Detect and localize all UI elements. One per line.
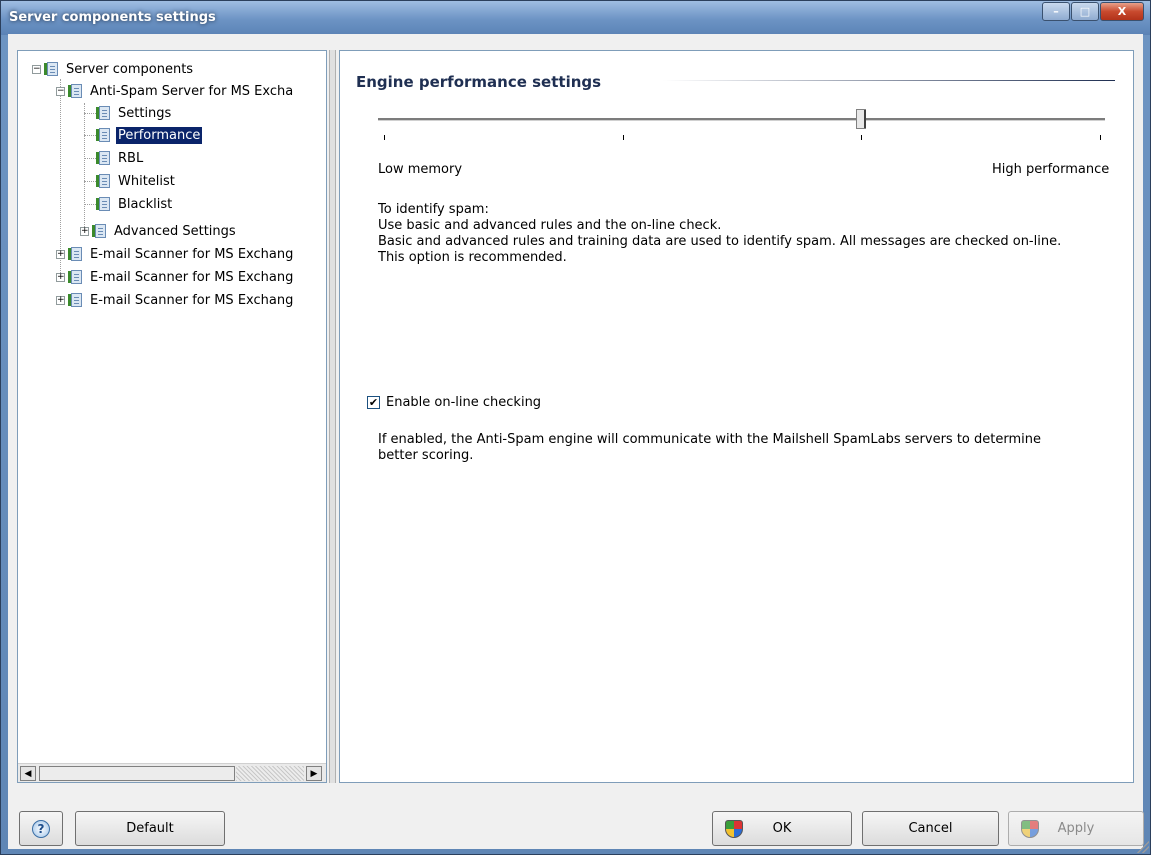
slider-tick <box>623 135 624 140</box>
component-icon <box>68 83 84 99</box>
tree-node-email-scanner-1[interactable]: + E-mail Scanner for MS Exchang <box>56 243 295 265</box>
slider-max-label: High performance <box>992 162 1110 177</box>
default-button-label: Default <box>126 821 174 836</box>
tree-node-whitelist[interactable]: Whitelist <box>96 170 177 192</box>
minimize-button[interactable]: – <box>1042 2 1070 21</box>
online-checking-label[interactable]: Enable on-line checking <box>386 395 541 410</box>
slider-thumb[interactable] <box>856 109 866 129</box>
components-tree[interactable]: − Server components − Anti-Spam Server f… <box>17 50 327 783</box>
tree-node-blacklist[interactable]: Blacklist <box>96 193 174 215</box>
heading-divider <box>663 80 1115 81</box>
scrollbar-thumb[interactable] <box>39 766 235 781</box>
scrollbar-track[interactable] <box>236 766 304 781</box>
tree-node-label: Whitelist <box>118 173 175 189</box>
component-icon <box>96 105 112 121</box>
ok-button-label: OK <box>772 821 792 836</box>
component-icon <box>96 127 112 143</box>
tree-node-rbl[interactable]: RBL <box>96 147 145 169</box>
expand-icon[interactable]: + <box>56 272 65 282</box>
component-icon <box>68 246 84 262</box>
tree-node-email-scanner-3[interactable]: + E-mail Scanner for MS Exchang <box>56 289 295 311</box>
tree-node-settings[interactable]: Settings <box>96 102 173 124</box>
slider-tick <box>1100 135 1101 140</box>
online-help-text-cont: better scoring. <box>378 448 474 463</box>
tree-node-label: Server components <box>66 61 194 77</box>
section-heading: Engine performance settings <box>356 73 602 91</box>
tree-node-anti-spam-server[interactable]: − Anti-Spam Server for MS Excha <box>56 80 295 102</box>
window-controls: – □ X <box>1041 2 1144 21</box>
tree-node-label: E-mail Scanner for MS Exchang <box>90 246 294 262</box>
window-title: Server components settings <box>9 10 216 25</box>
tree-horizontal-scrollbar[interactable]: ◀ ▶ <box>18 763 326 782</box>
cancel-button[interactable]: Cancel <box>862 811 999 846</box>
component-icon <box>92 223 108 239</box>
description-detail: Basic and advanced rules and training da… <box>378 234 1062 249</box>
settings-panel: Engine performance settings Low memory H… <box>339 50 1134 783</box>
default-button[interactable]: Default <box>75 811 225 846</box>
tree-connector <box>84 158 96 159</box>
panel-splitter[interactable] <box>329 50 336 783</box>
collapse-icon[interactable]: − <box>56 86 65 96</box>
online-checking-checkbox[interactable]: ✔ <box>367 396 380 409</box>
online-help-text: If enabled, the Anti-Spam engine will co… <box>378 432 1041 447</box>
tree-connector <box>84 135 96 136</box>
tree-node-label: E-mail Scanner for MS Exchang <box>90 269 294 285</box>
apply-button-label: Apply <box>1057 821 1095 836</box>
scroll-left-icon[interactable]: ◀ <box>20 766 36 781</box>
tree-connector <box>84 113 96 114</box>
uac-shield-icon <box>725 820 743 838</box>
tree-node-label-selected: Performance <box>114 125 204 145</box>
tree-connector <box>84 181 96 182</box>
component-icon <box>96 150 112 166</box>
component-icon <box>96 196 112 212</box>
close-button[interactable]: X <box>1100 2 1144 21</box>
collapse-icon[interactable]: − <box>32 64 41 74</box>
tree-node-label: Anti-Spam Server for MS Excha <box>90 83 294 99</box>
component-icon <box>68 292 84 308</box>
tree-connector <box>84 204 96 205</box>
help-button[interactable]: ? <box>19 811 63 846</box>
tree-viewport: − Server components − Anti-Spam Server f… <box>18 51 326 764</box>
slider-track[interactable] <box>378 118 1105 121</box>
resize-grip[interactable] <box>1137 841 1149 853</box>
slider-tick <box>384 135 385 140</box>
component-icon <box>44 61 60 77</box>
maximize-button[interactable]: □ <box>1071 2 1099 21</box>
tree-node-performance[interactable]: Performance <box>96 124 204 146</box>
tree-node-server-components[interactable]: − Server components <box>32 58 195 80</box>
slider-tick <box>861 135 862 140</box>
scroll-right-icon[interactable]: ▶ <box>306 766 322 781</box>
tree-node-advanced-settings[interactable]: + Advanced Settings <box>80 220 238 242</box>
uac-shield-icon <box>1021 820 1039 838</box>
component-icon <box>96 173 112 189</box>
tree-connector <box>84 103 85 233</box>
tree-node-label: RBL <box>118 150 144 166</box>
tree-node-label: Settings <box>118 105 172 121</box>
ok-button[interactable]: OK <box>712 811 852 846</box>
expand-icon[interactable]: + <box>56 295 65 305</box>
tree-node-label: E-mail Scanner for MS Exchang <box>90 292 294 308</box>
apply-button[interactable]: Apply <box>1008 811 1144 846</box>
expand-icon[interactable]: + <box>56 249 65 259</box>
help-icon: ? <box>32 819 50 838</box>
tree-node-email-scanner-2[interactable]: + E-mail Scanner for MS Exchang <box>56 266 295 288</box>
expand-icon[interactable]: + <box>80 226 89 236</box>
tree-node-label: Advanced Settings <box>114 223 236 239</box>
title-bar[interactable]: Server components settings – □ X <box>1 1 1150 35</box>
component-icon <box>68 269 84 285</box>
tree-node-label: Blacklist <box>118 196 173 212</box>
description-title: To identify spam: <box>378 202 489 217</box>
description-recommendation: This option is recommended. <box>378 250 567 265</box>
slider-min-label: Low memory <box>378 162 463 177</box>
description-summary: Use basic and advanced rules and the on-… <box>378 218 722 233</box>
cancel-button-label: Cancel <box>908 821 953 836</box>
